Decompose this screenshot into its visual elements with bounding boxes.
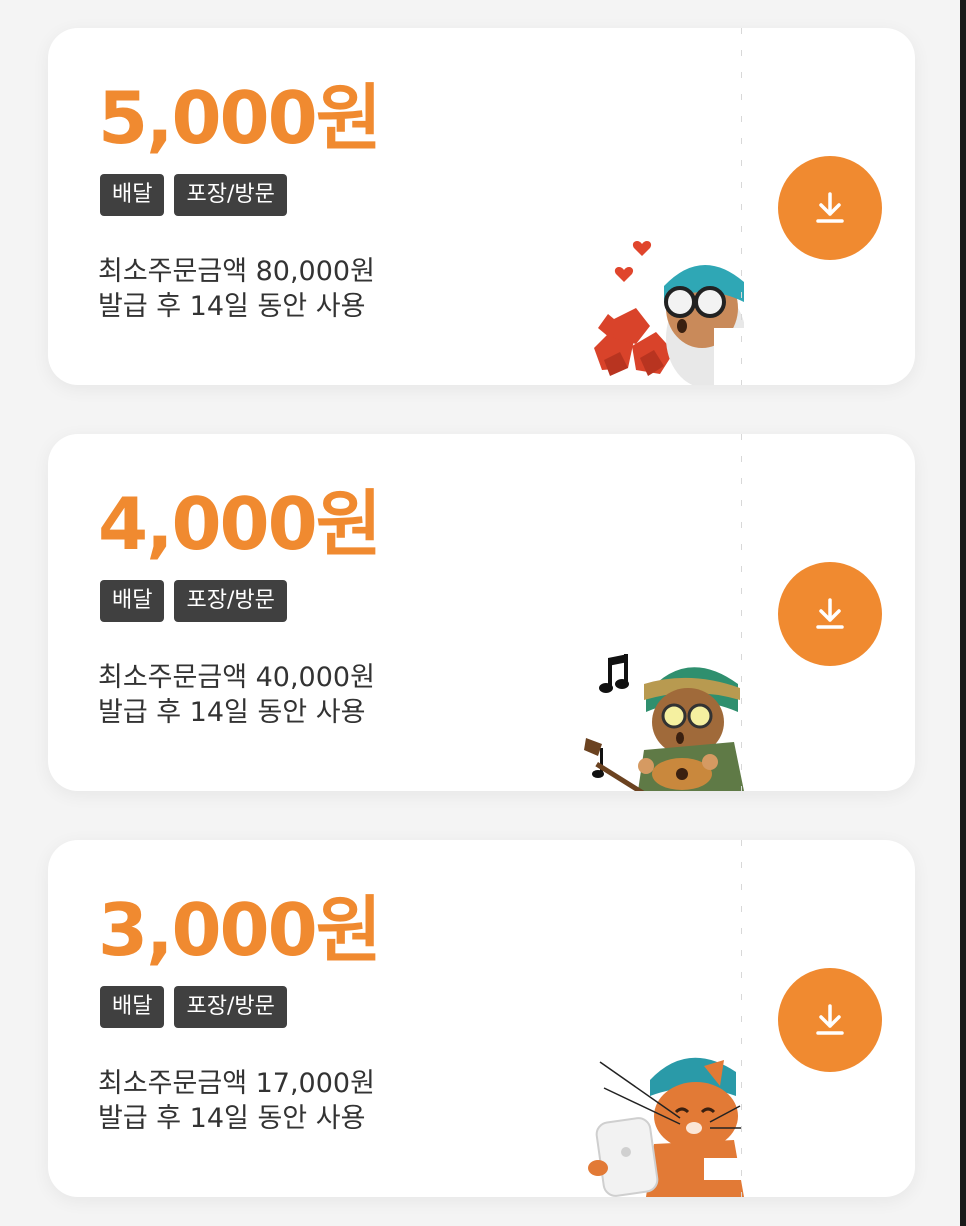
coupon-tags: 배달 포장/방문 xyxy=(100,986,287,1028)
coupon-conditions: 최소주문금액 17,000원 발급 후 14일 동안 사용 xyxy=(98,1066,375,1136)
coupon-card: 3,000원 배달 포장/방문 최소주문금액 17,000원 발급 후 14일 … xyxy=(48,840,915,1197)
tag-delivery: 배달 xyxy=(100,986,165,1028)
min-order-text: 최소주문금액 17,000원 xyxy=(98,1068,375,1099)
download-button[interactable] xyxy=(778,968,882,1072)
tag-pickup: 포장/방문 xyxy=(174,580,287,622)
download-icon xyxy=(816,598,844,629)
perforation-line xyxy=(741,434,742,791)
validity-text: 발급 후 14일 동안 사용 xyxy=(98,697,366,728)
coupon-card: 4,000원 배달 포장/방문 최소주문금액 40,000원 발급 후 14일 … xyxy=(48,434,915,791)
character-illustration xyxy=(594,241,744,385)
tag-pickup: 포장/방문 xyxy=(174,174,287,216)
download-icon xyxy=(816,1004,844,1035)
coupon-amount: 4,000원 xyxy=(98,482,382,566)
character-illustration xyxy=(588,1057,744,1197)
tag-delivery: 배달 xyxy=(100,174,165,216)
download-button[interactable] xyxy=(778,562,882,666)
tag-pickup: 포장/방문 xyxy=(174,986,287,1028)
tag-delivery: 배달 xyxy=(100,580,165,622)
coupon-card: 5,000원 배달 포장/방문 최소주문금액 80,000원 발급 후 14일 … xyxy=(48,28,915,385)
coupon-amount: 5,000원 xyxy=(98,76,382,160)
min-order-text: 최소주문금액 40,000원 xyxy=(98,662,375,693)
coupon-conditions: 최소주문금액 80,000원 발급 후 14일 동안 사용 xyxy=(98,254,375,324)
perforation-line xyxy=(741,28,742,385)
validity-text: 발급 후 14일 동안 사용 xyxy=(98,1103,366,1134)
coupon-amount: 3,000원 xyxy=(98,888,382,972)
perforation-line xyxy=(741,840,742,1197)
download-icon xyxy=(816,192,844,223)
character-illustration xyxy=(584,654,744,791)
right-edge-bar xyxy=(960,0,966,1226)
min-order-text: 최소주문금액 80,000원 xyxy=(98,256,375,287)
coupon-tags: 배달 포장/방문 xyxy=(100,580,287,622)
coupon-tags: 배달 포장/방문 xyxy=(100,174,287,216)
download-button[interactable] xyxy=(778,156,882,260)
validity-text: 발급 후 14일 동안 사용 xyxy=(98,291,366,322)
coupon-conditions: 최소주문금액 40,000원 발급 후 14일 동안 사용 xyxy=(98,660,375,730)
